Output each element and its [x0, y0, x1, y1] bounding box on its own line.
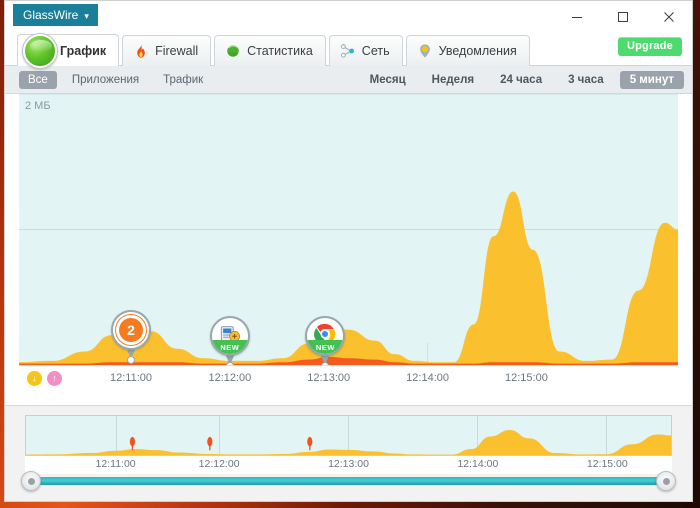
- filter-traffic-label: Трафик: [163, 73, 204, 86]
- marker-anchor-dot: [127, 356, 136, 364]
- time-tick-label: 12:15:00: [505, 372, 548, 384]
- chevron-down-icon: ▾: [84, 10, 89, 21]
- upgrade-label: Upgrade: [626, 40, 673, 52]
- upload-arrow: ↑: [52, 373, 57, 383]
- tab-network[interactable]: Сеть: [328, 35, 403, 66]
- range-handle-right[interactable]: [656, 471, 676, 491]
- marker-pin: 2: [111, 310, 152, 350]
- tab-notifications-label: Уведомления: [438, 44, 517, 58]
- filter-apps-label: Приложения: [71, 73, 140, 86]
- range-3h-label: 3 часа: [568, 73, 604, 86]
- scrubber-minimap[interactable]: [25, 415, 672, 456]
- title-bar: GlassWire ▾: [5, 1, 692, 32]
- range-week[interactable]: Неделя: [422, 71, 484, 89]
- close-button[interactable]: [646, 1, 692, 32]
- maximize-icon: [618, 11, 628, 22]
- tab-statistics[interactable]: Статистика: [214, 35, 326, 66]
- cluster-marker-2[interactable]: 2: [111, 310, 152, 364]
- filter-all[interactable]: Все: [19, 70, 57, 89]
- range-month[interactable]: Месяц: [360, 71, 416, 89]
- filter-traffic[interactable]: Трафик: [154, 71, 212, 89]
- tab-firewall[interactable]: Firewall: [122, 35, 212, 66]
- tab-network-label: Сеть: [361, 44, 390, 58]
- time-tick-label: 12:13:00: [307, 372, 351, 384]
- marker-pin: NEW: [305, 316, 346, 356]
- y-axis-unit-label: 2 МБ: [25, 100, 51, 112]
- tab-strip: График Firewall Статистика Сеть Уведомле…: [5, 32, 692, 68]
- range-3h[interactable]: 3 часа: [558, 71, 614, 89]
- scrubber-tick-label: 12:15:00: [586, 458, 628, 470]
- filter-apps[interactable]: Приложения: [63, 71, 148, 89]
- time-axis: ↓ ↑ 12:11:00 12:12:00 12:13:00 12:14:00 12:1…: [19, 365, 678, 391]
- range-handle-left[interactable]: [21, 471, 41, 491]
- minimize-button[interactable]: [554, 1, 600, 32]
- network-nodes-icon: [340, 44, 354, 58]
- tab-firewall-label: Firewall: [155, 44, 199, 58]
- download-legend-icon: ↓: [27, 371, 42, 386]
- timeline-scrubber-panel: 12:11:00 12:12:00 12:13:00 12:14:00 12:15:00: [5, 405, 692, 501]
- range-5min[interactable]: 5 минут: [619, 70, 684, 89]
- green-circle-icon: [226, 43, 241, 59]
- graph-panel: 2 МБ 2 NEW NEW ↓ ↑ 12:11:00 12:12:00 12:13:0…: [5, 94, 692, 405]
- range-24h[interactable]: 24 часа: [490, 71, 552, 89]
- scrubber-tick-label: 12:12:00: [198, 458, 240, 470]
- tab-graph-label: График: [60, 43, 107, 58]
- scrubber-tick-label: 12:13:00: [328, 458, 369, 470]
- minimize-icon: [572, 16, 582, 18]
- filter-all-label: Все: [28, 73, 48, 86]
- new-badge: NEW: [211, 340, 248, 354]
- scrubber-time-axis: 12:11:00 12:12:00 12:13:00 12:14:00 12:15:00: [25, 456, 672, 474]
- range-24h-label: 24 часа: [500, 73, 543, 86]
- range-month-label: Месяц: [369, 73, 406, 86]
- time-tick-label: 12:14:00: [406, 372, 449, 384]
- flame-icon: [137, 44, 145, 58]
- app-marker-new[interactable]: NEW: [209, 316, 250, 370]
- cluster-count-badge: 2: [116, 315, 147, 345]
- range-week-label: Неделя: [431, 73, 475, 86]
- upload-legend-icon: ↑: [47, 371, 62, 386]
- scrubber-tick-label: 12:11:00: [95, 458, 136, 470]
- close-icon: [664, 11, 674, 22]
- filter-bar: Все Приложения Трафик Месяц Неделя 24 ча…: [5, 66, 692, 94]
- green-orb-icon: [23, 34, 57, 68]
- app-menu-label: GlassWire: [23, 8, 79, 22]
- time-tick-label: 12:11:00: [110, 372, 153, 384]
- scrubber-minimap-svg: [26, 416, 671, 455]
- yellow-pin-icon: [419, 44, 430, 58]
- range-slider-track[interactable]: [31, 477, 666, 485]
- time-range-group: Месяц Неделя 24 часа 3 часа 5 минут: [354, 70, 684, 89]
- tab-notifications[interactable]: Уведомления: [405, 35, 530, 66]
- maximize-button[interactable]: [600, 1, 646, 32]
- range-5min-label: 5 минут: [629, 73, 674, 86]
- download-arrow: ↓: [32, 373, 37, 383]
- time-tick-label: 12:12:00: [208, 372, 252, 384]
- tab-statistics-label: Статистика: [247, 44, 313, 58]
- scrubber-tick-label: 12:14:00: [457, 458, 499, 470]
- chrome-marker-new[interactable]: NEW: [305, 316, 346, 370]
- upgrade-button[interactable]: Upgrade: [617, 37, 682, 56]
- marker-pin: NEW: [209, 316, 250, 356]
- glasswire-window: GlassWire ▾ График Firewall Статистика С…: [4, 0, 693, 502]
- new-badge: NEW: [307, 340, 344, 354]
- app-menu-button[interactable]: GlassWire ▾: [13, 4, 98, 26]
